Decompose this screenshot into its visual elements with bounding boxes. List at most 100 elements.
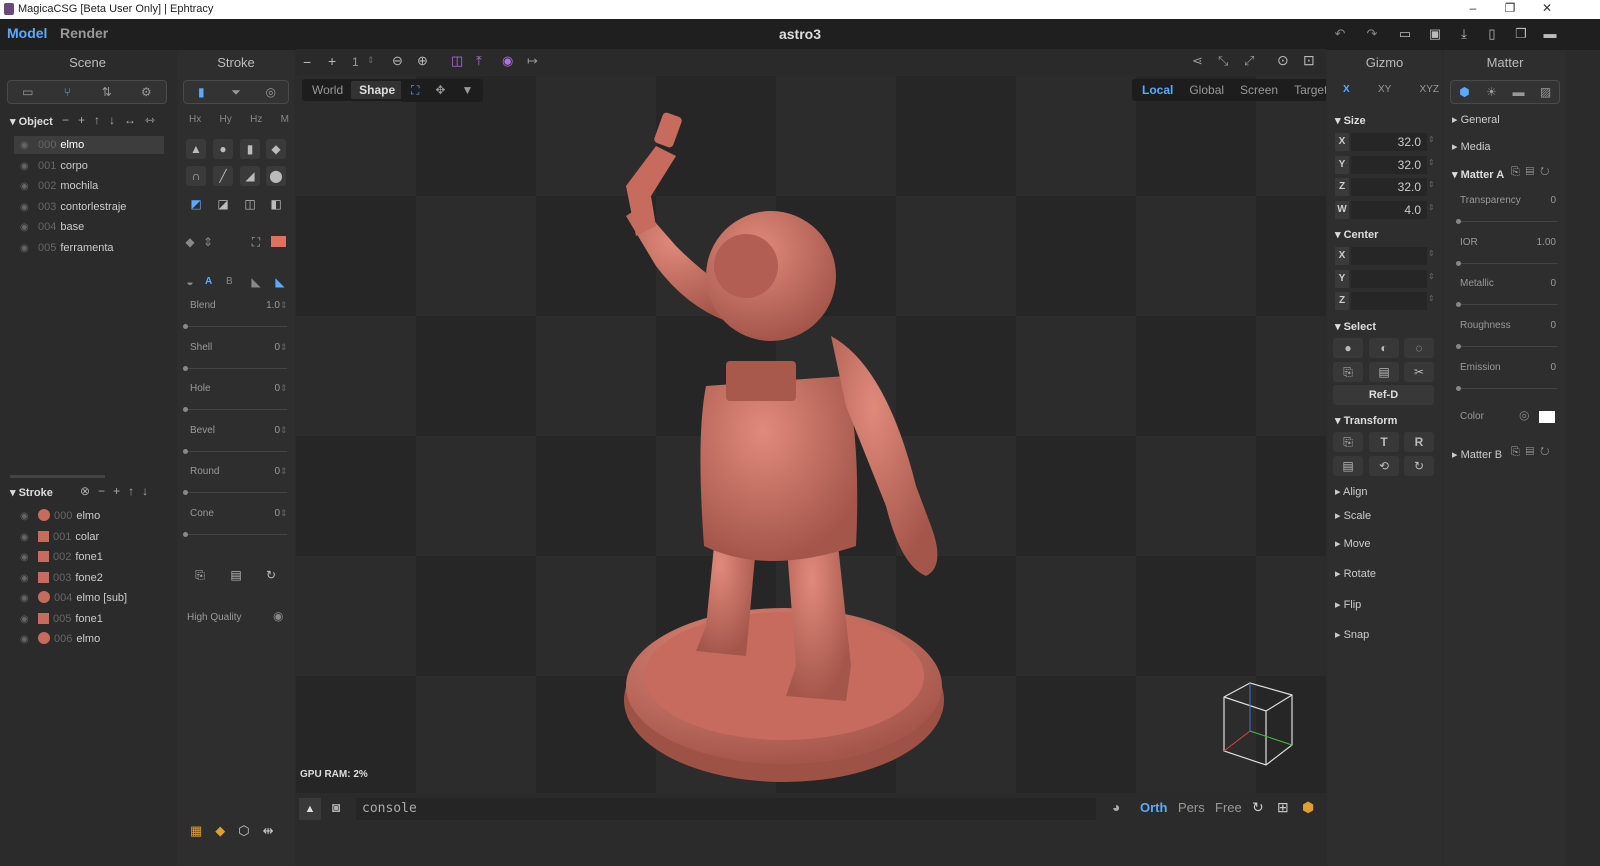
field-value[interactable] (1351, 269, 1427, 288)
ramp-b-icon[interactable]: ◣ (270, 272, 290, 292)
eye-icon[interactable]: ◉ (20, 158, 34, 176)
matter-slider-knob[interactable] (1456, 385, 1461, 391)
list-item[interactable]: ◉ 000 elmo (14, 507, 164, 525)
slider-knob[interactable] (183, 532, 188, 537)
translate-t-icon[interactable]: T (1369, 432, 1399, 452)
list-item[interactable]: ◉ 006 elmo (14, 630, 164, 648)
matter-slider-track[interactable] (1458, 346, 1558, 348)
op-union-icon[interactable]: ◩ (186, 194, 206, 214)
shape-box-icon[interactable]: ◆ (266, 139, 286, 159)
mirror-icon[interactable]: ⇹ (263, 823, 274, 839)
screen-button[interactable]: Screen (1232, 81, 1286, 99)
layer-icon[interactable]: ◆ (215, 823, 225, 839)
navigation-cube[interactable] (1216, 679, 1298, 769)
op-subtract-icon[interactable]: ◪ (213, 194, 233, 214)
share-icon[interactable]: ⋖ (1192, 53, 1203, 69)
field-spinner[interactable]: ⇕ (1428, 135, 1435, 144)
rotate-r-icon[interactable]: R (1404, 432, 1434, 452)
light-icon[interactable]: ☀ (1478, 81, 1505, 103)
list-item[interactable]: ◉ 001 colar (14, 528, 164, 546)
select-none-icon[interactable]: ◌ (1404, 338, 1434, 358)
image-icon[interactable]: ▨ (1532, 81, 1559, 103)
shape-sphere-icon[interactable]: ● (213, 139, 233, 159)
shape-arch-icon[interactable]: ∩ (186, 166, 206, 186)
list-item[interactable]: ◉ 001 corpo (14, 157, 164, 175)
list-item[interactable]: ◉ 002 fone1 (14, 548, 164, 566)
3d-viewport[interactable]: World Shape ⛶ ✥ ▼ Local Global Screen Ta… (296, 76, 1326, 793)
slider-track[interactable] (187, 534, 287, 535)
size-section[interactable]: ▾ Size (1335, 114, 1366, 127)
eye-icon[interactable]: ◉ (20, 178, 34, 196)
tab-model[interactable]: Model (7, 25, 47, 41)
slider-value[interactable]: 1.0 (240, 300, 280, 311)
sort-icon[interactable]: ⇅ (87, 81, 127, 103)
shape-line-icon[interactable]: ╱ (213, 166, 233, 186)
list-item[interactable]: ◉ 004 base (14, 218, 164, 236)
slider-spinner[interactable]: ⇕ (280, 425, 288, 436)
brush-icon[interactable]: ▮ (184, 81, 219, 103)
transform-reset-icon[interactable]: ↻ (1404, 456, 1434, 476)
matter-prop-value[interactable]: 0 (1520, 195, 1556, 206)
stroke-copy-icon[interactable]: ⎘ (190, 565, 210, 585)
orth-button[interactable]: Orth (1140, 800, 1167, 815)
grid-icon[interactable]: ▦ (190, 823, 202, 839)
eye-icon[interactable]: ◉ (20, 631, 34, 649)
center-section[interactable]: ▾ Center (1335, 228, 1378, 241)
list-item[interactable]: ◉ 002 mochila (14, 177, 164, 195)
zoom-out-button[interactable]: − (303, 54, 311, 70)
matter-prop-value[interactable]: 0 (1520, 278, 1556, 289)
slider-value[interactable]: 0 (240, 466, 280, 477)
stamp-icon[interactable]: ▼ (453, 81, 481, 100)
move-icon[interactable]: ✥ (427, 81, 453, 100)
filter-icon[interactable]: ⏷ (219, 81, 254, 103)
target-button[interactable]: Target (1286, 81, 1326, 99)
download-icon[interactable]: ⤓ (1456, 26, 1472, 42)
eye-icon[interactable]: ◉ (20, 508, 34, 526)
list-item[interactable]: ◉ 003 contorlestraje (14, 198, 164, 216)
fit-icon[interactable]: ⤡ (1218, 53, 1228, 69)
shape-cylinder-icon[interactable]: ▮ (240, 139, 260, 159)
section-flip[interactable]: ▸ Flip (1335, 598, 1361, 611)
slider-value[interactable]: 0 (240, 383, 280, 394)
blend-mode-icon[interactable]: ◒ (180, 272, 200, 292)
minimize-button[interactable]: – (1458, 1, 1488, 17)
field-spinner[interactable]: ⇕ (1428, 272, 1435, 281)
eye-icon[interactable]: ◉ (20, 137, 34, 155)
eye-icon[interactable]: ◉ (20, 570, 34, 588)
shape-leaf-icon[interactable]: ◢ (240, 166, 260, 186)
eye-icon[interactable]: ◉ (20, 240, 34, 258)
tab-axis-xy[interactable]: XY (1378, 84, 1391, 95)
select-cut-icon[interactable]: ✂ (1404, 362, 1434, 382)
op-intersect-icon[interactable]: ◫ (240, 194, 260, 214)
save-icon[interactable]: ▣ (1427, 26, 1443, 42)
select-invert-icon[interactable]: ◐ (1369, 338, 1399, 358)
list-item[interactable]: ◉ 000 elmo (14, 136, 164, 154)
eye-icon[interactable]: ◉ (20, 219, 34, 237)
eye-icon[interactable]: ◉ (20, 590, 34, 608)
settings-gear-icon[interactable]: ⚙ (127, 81, 167, 103)
fullscreen-icon[interactable]: ⤢ (1244, 53, 1254, 69)
list-scrollbar[interactable] (10, 475, 105, 478)
slider-knob[interactable] (183, 365, 188, 371)
matter-b-actions[interactable]: ⎘▤↻ (1511, 446, 1555, 459)
slider-value[interactable]: 0 (240, 508, 280, 519)
transform-section[interactable]: ▾ Transform (1335, 414, 1397, 427)
list-item[interactable]: ◉ 003 fone2 (14, 569, 164, 587)
zoom-in-button[interactable]: + (328, 53, 336, 69)
diamond-icon[interactable]: ◆ (180, 232, 200, 252)
slider-spinner[interactable]: ⇕ (280, 300, 288, 311)
rotate-view-icon[interactable]: ↻ (1252, 799, 1264, 816)
slider-track[interactable] (187, 450, 287, 452)
undo-icon[interactable]: ↶ (1332, 26, 1348, 42)
slider-track[interactable] (187, 326, 287, 327)
console-input[interactable]: console (356, 798, 1096, 820)
slider-value[interactable]: 0 (240, 425, 280, 436)
list-item[interactable]: ◉ 005 ferramenta (14, 239, 164, 257)
slider-spinner[interactable]: ⇕ (280, 342, 288, 353)
list-item[interactable]: ◉ 005 fone1 (14, 610, 164, 628)
color-swatch[interactable] (1539, 411, 1555, 423)
field-value[interactable]: 32.0 (1351, 178, 1427, 196)
redo-icon[interactable]: ↷ (1364, 26, 1380, 42)
field-value[interactable] (1351, 292, 1427, 310)
stroke-reset-icon[interactable]: ↻ (261, 565, 281, 585)
